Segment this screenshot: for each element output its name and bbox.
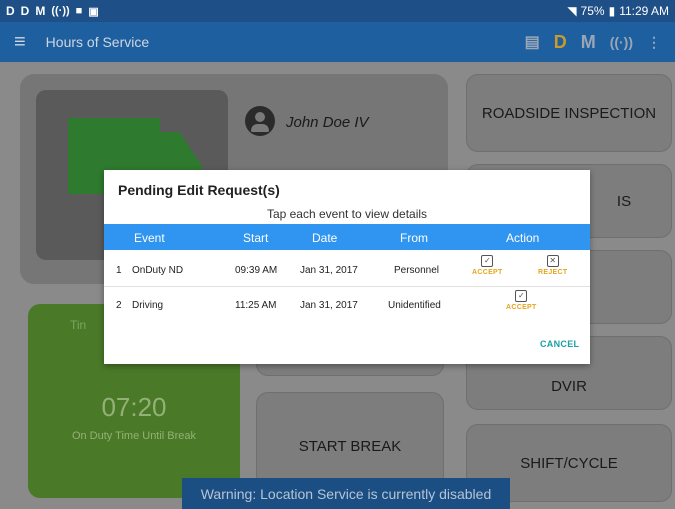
col-event: Event [134,231,165,245]
row-start: 11:25 AM [235,300,277,311]
driver-name: John Doe IV [286,114,369,131]
status-icon-d: D [6,4,15,18]
table-row[interactable]: 2 Driving 11:25 AM Jan 31, 2017 Unidenti… [104,287,590,323]
dialog-subtitle: Tap each event to view details [266,207,428,221]
accept-label: ACCEPT [506,304,537,311]
location-warning-toast: Warning: Location Service is currently d… [182,478,510,509]
col-action: Action [506,231,540,245]
table-header: Event Start Date From Action [104,224,590,250]
reject-label: REJECT [538,269,568,276]
duty-status-button[interactable]: D [554,32,567,53]
status-bar: D D M ((·)) ■ ▣ ◥ 75% ▮ 11:29 AM [0,0,675,22]
app-title: Hours of Service [45,34,150,50]
app-bar: ≡ Hours of Service ▤ D M ((·)) ⋮ [0,22,675,62]
row-number: 1 [116,265,122,276]
row-date: Jan 31, 2017 [300,265,358,276]
row-number: 2 [116,300,122,311]
overflow-menu-icon[interactable]: ⋮ [647,34,661,51]
connection-icon[interactable]: ((·)) [610,34,633,50]
row-event: OnDuty ND [132,265,184,276]
table-row[interactable]: 1 OnDuty ND 09:39 AM Jan 31, 2017 Person… [104,252,590,288]
battery-icon: ▮ [608,4,616,18]
accept-button[interactable]: ✓ ACCEPT [472,255,503,276]
mode-button[interactable]: M [581,32,596,53]
col-start: Start [243,231,269,245]
wifi-icon: ◥ [567,4,577,18]
row-from: Personnel [394,265,440,276]
battery-percent: 75% [580,4,605,18]
duty-timer-value: 07:20 [101,392,167,422]
duty-timer-label: On Duty Time Until Break [71,430,197,442]
roadside-inspection-button[interactable]: ROADSIDE INSPECTION [466,74,672,152]
status-icon-m: M [35,4,46,18]
dialog-title: Pending Edit Request(s) [118,182,280,198]
row-start: 09:39 AM [235,265,278,276]
status-icon-d2: D [20,4,30,18]
col-date: Date [312,231,338,245]
accept-label: ACCEPT [472,269,503,276]
status-icon-screen: ▣ [88,5,99,18]
avatar [245,106,275,136]
row-from: Unidentified [388,300,441,311]
message-icon[interactable]: ▤ [525,32,540,52]
reject-button[interactable]: ✕ REJECT [538,255,567,276]
accept-icon: ✓ [515,290,528,302]
row-date: Jan 31, 2017 [300,300,358,311]
timer-card-title: Tin [70,318,87,332]
accept-button[interactable]: ✓ ACCEPT [506,290,537,311]
clock: 11:29 AM [619,4,669,18]
cancel-button[interactable]: CANCEL [540,339,579,349]
logs-button-label: IS [616,192,632,210]
row-event: Driving [132,300,164,311]
status-icon-square: ■ [75,5,83,17]
dvir-label: DVIR [551,377,587,395]
col-from: From [400,231,428,245]
reject-icon: ✕ [546,255,559,267]
menu-icon[interactable]: ≡ [14,31,26,54]
status-icon-wireless: ((·)) [51,5,70,17]
pending-edit-dialog: Pending Edit Request(s) Tap each event t… [104,170,590,364]
accept-icon: ✓ [481,255,494,267]
